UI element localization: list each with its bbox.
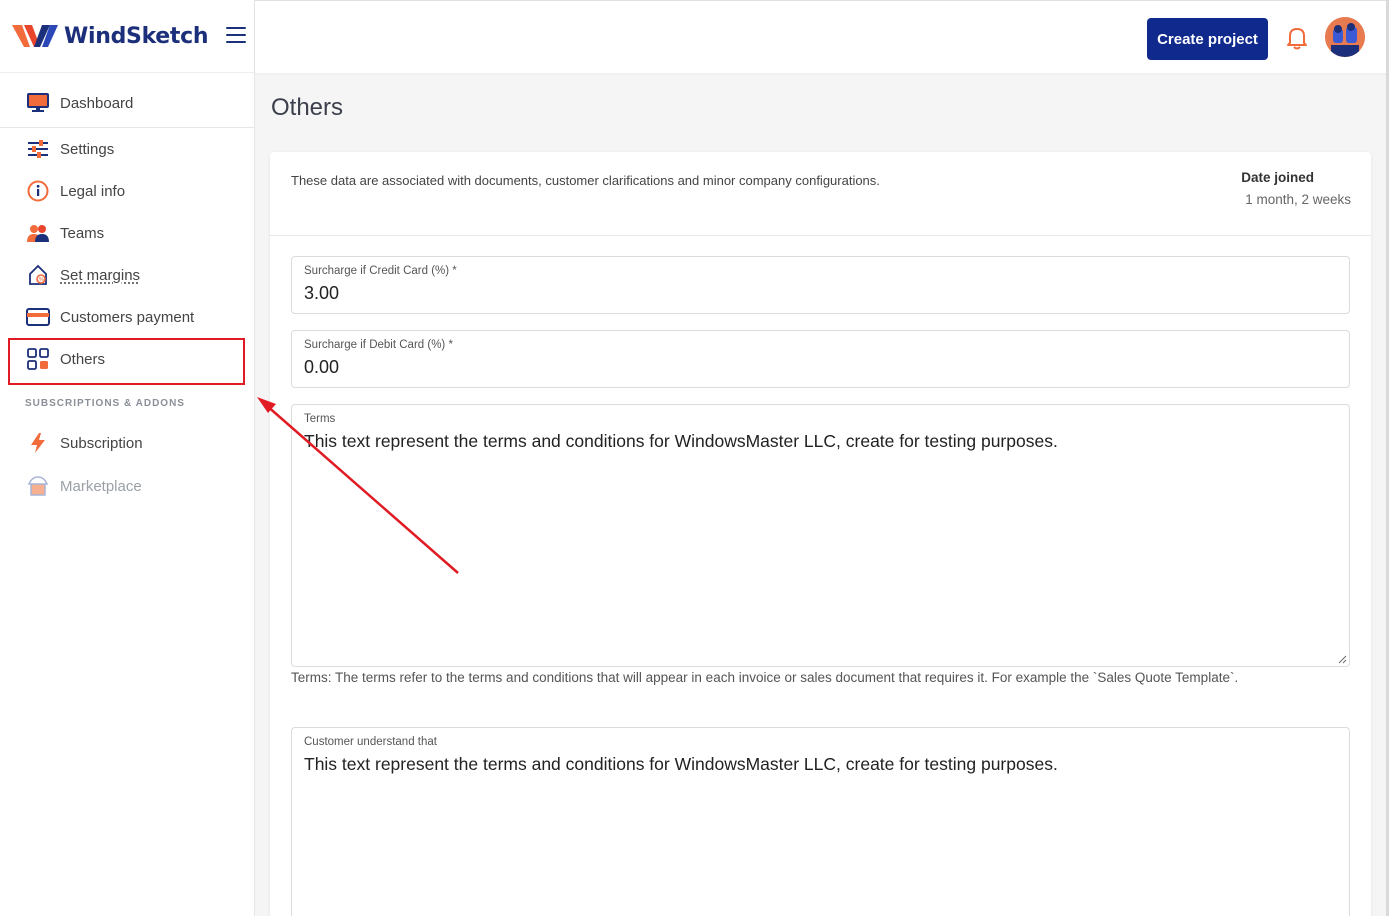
brand-logo[interactable]: WindSketch <box>12 21 209 51</box>
windsketch-logo-icon <box>12 25 58 47</box>
sidebar-item-label: Dashboard <box>60 94 134 112</box>
customer-understand-field: Customer understand that This text repre… <box>291 727 1350 916</box>
top-bar: Create project <box>255 0 1389 73</box>
sidebar-item-label: Set margins <box>60 266 141 284</box>
sidebar-item-marketplace[interactable]: Marketplace <box>0 465 254 507</box>
sidebar-item-label: Marketplace <box>60 477 142 495</box>
credit-surcharge-label: Surcharge if Credit Card (%) * <box>304 265 457 277</box>
user-avatar[interactable] <box>1325 17 1365 57</box>
bell-icon[interactable] <box>1285 25 1309 51</box>
credit-card-icon <box>26 305 50 329</box>
customer-understand-label: Customer understand that <box>304 736 437 748</box>
credit-surcharge-field: Surcharge if Credit Card (%) * <box>291 256 1350 314</box>
sidebar-item-subscription[interactable]: Subscription <box>0 422 254 464</box>
brand-name: WindSketch <box>64 23 209 49</box>
sidebar-item-label: Teams <box>60 224 105 242</box>
page-title: Others <box>271 94 344 121</box>
terms-field: Terms This text represent the terms and … <box>291 404 1350 667</box>
monitor-icon <box>26 91 50 115</box>
date-joined-value: 1 month, 2 weeks <box>1245 192 1351 207</box>
info-icon <box>26 179 50 203</box>
bolt-icon <box>26 431 50 455</box>
sidebar-item-label: Legal info <box>60 182 126 200</box>
avatar-illustration-icon <box>1325 17 1365 57</box>
sidebar-item-legal-info[interactable]: Legal info <box>0 170 254 212</box>
sidebar-item-label: Subscription <box>60 434 143 452</box>
users-icon <box>26 221 50 245</box>
debit-surcharge-label: Surcharge if Debit Card (%) * <box>304 339 453 351</box>
sidebar-item-dashboard[interactable]: Dashboard <box>0 82 254 124</box>
sidebar-item-customers-payment[interactable]: Customers payment <box>0 296 254 338</box>
terms-textarea[interactable]: This text represent the terms and condit… <box>304 431 1304 631</box>
sidebar: WindSketch Dashboard Settings Legal info… <box>0 0 255 916</box>
sidebar-item-set-margins[interactable]: % Set margins <box>0 254 254 296</box>
debit-surcharge-input[interactable] <box>304 357 1304 378</box>
divider <box>270 235 1371 236</box>
customer-understand-textarea[interactable]: This text represent the terms and condit… <box>304 754 1304 916</box>
date-joined-label: Date joined <box>1241 170 1314 185</box>
terms-label: Terms <box>304 413 336 425</box>
annotation-highlight-box <box>8 338 245 385</box>
margins-icon: % <box>26 263 50 287</box>
credit-surcharge-input[interactable] <box>304 283 1304 304</box>
sidebar-item-label: Customers payment <box>60 308 195 326</box>
debit-surcharge-field: Surcharge if Debit Card (%) * <box>291 330 1350 388</box>
sidebar-item-settings[interactable]: Settings <box>0 128 254 170</box>
sidebar-item-teams[interactable]: Teams <box>0 212 254 254</box>
sliders-icon <box>26 137 50 161</box>
terms-help-text: Terms: The terms refer to the terms and … <box>291 670 1239 685</box>
hamburger-menu-icon[interactable] <box>226 27 246 43</box>
sidebar-item-label: Settings <box>60 140 115 158</box>
create-project-button[interactable]: Create project <box>1147 18 1268 60</box>
store-icon <box>26 474 50 498</box>
others-card: These data are associated with documents… <box>270 152 1371 916</box>
resize-handle-icon[interactable] <box>1338 655 1347 664</box>
svg-text:%: % <box>39 277 45 284</box>
brand-header: WindSketch <box>0 0 254 73</box>
section-title: SUBSCRIPTIONS & ADDONS <box>25 398 185 409</box>
card-description: These data are associated with documents… <box>291 173 880 188</box>
